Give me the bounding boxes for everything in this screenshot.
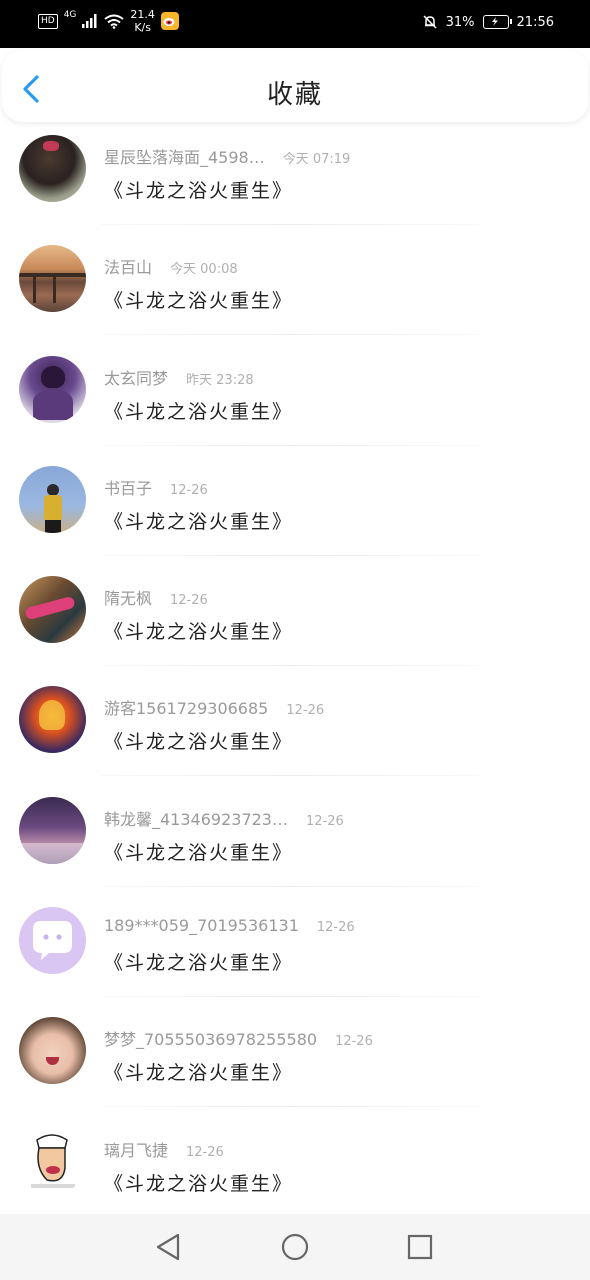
clock: 21:56 <box>516 14 554 30</box>
avatar[interactable] <box>19 245 86 313</box>
nav-back-button[interactable] <box>154 1232 184 1262</box>
circle-home-icon <box>281 1233 309 1261</box>
timestamp: 12-26 <box>170 482 208 498</box>
timestamp: 12-26 <box>305 813 344 829</box>
page-title: 收藏 <box>266 80 323 110</box>
favorite-content[interactable]: 《斗龙之浴火重生》 <box>104 397 293 424</box>
timestamp: 12-26 <box>335 1034 373 1050</box>
battery-icon <box>482 15 512 29</box>
favorite-content[interactable]: 《斗龙之浴火重生》 <box>104 507 293 534</box>
user-name: 书百子 <box>104 478 153 498</box>
timestamp: 12-26 <box>170 593 208 609</box>
triangle-back-icon <box>156 1233 180 1261</box>
divider <box>100 996 480 998</box>
favorite-item[interactable]: 书百子 12-26 《斗龙之浴火重生》 <box>0 453 590 563</box>
avatar[interactable] <box>19 907 86 975</box>
speed-unit: K/s <box>134 21 151 34</box>
divider <box>100 775 480 777</box>
signal-icon <box>82 14 97 28</box>
divider <box>100 444 480 446</box>
favorite-meta: 韩龙馨_41346923723… 12-26 <box>104 806 344 830</box>
nav-home-button[interactable] <box>280 1232 310 1262</box>
favorites-list: 星辰坠落海面_4598… 今天 07:19 《斗龙之浴火重生》 法百山 今天 00:… <box>0 122 590 1225</box>
avatar[interactable] <box>19 1017 86 1085</box>
favorite-item[interactable]: 游客1561729306685 12-26 《斗龙之浴火重生》 <box>0 673 590 783</box>
favorite-meta: 189***059_7019536131 12-26 <box>104 916 355 935</box>
timestamp: 12-26 <box>186 1144 224 1160</box>
favorite-meta: 书百子 12-26 <box>104 475 208 499</box>
timestamp: 12-26 <box>286 703 325 719</box>
wifi-icon <box>104 14 125 29</box>
avatar[interactable] <box>19 465 86 533</box>
network-speed: 21.4 K/s <box>130 8 155 34</box>
avatar[interactable] <box>19 686 86 754</box>
user-name: 璃月飞捷 <box>104 1140 169 1160</box>
favorite-content[interactable]: 《斗龙之浴火重生》 <box>104 838 293 865</box>
favorite-item[interactable]: 隋无枫 12-26 《斗龙之浴火重生》 <box>0 563 590 673</box>
divider <box>100 1106 480 1108</box>
avatar[interactable] <box>19 135 86 202</box>
favorite-meta: 法百山 今天 00:08 <box>104 254 238 278</box>
page-header: 收藏 <box>2 50 588 122</box>
divider <box>100 224 480 225</box>
favorite-content[interactable]: 《斗龙之浴火重生》 <box>104 727 293 754</box>
favorite-meta: 梦梦_70555036978255580 12-26 <box>104 1026 373 1050</box>
avatar[interactable] <box>19 576 86 644</box>
divider <box>100 885 480 887</box>
favorite-meta: 璃月飞捷 12-26 <box>104 1137 224 1161</box>
favorite-content[interactable]: 《斗龙之浴火重生》 <box>104 176 293 203</box>
timestamp: 今天 00:08 <box>170 262 238 278</box>
weibo-icon <box>160 12 179 30</box>
favorite-content[interactable]: 《斗龙之浴火重生》 <box>104 948 293 975</box>
user-name: 梦梦_70555036978255580 <box>104 1030 318 1050</box>
favorite-item[interactable]: 梦梦_70555036978255580 12-26 《斗龙之浴火重生》 <box>0 1004 590 1114</box>
chat-bubble-icon <box>33 921 72 961</box>
favorite-item[interactable]: 189***059_7019536131 12-26 《斗龙之浴火重生》 <box>0 894 590 1004</box>
avatar[interactable] <box>19 1127 86 1195</box>
timestamp: 昨天 23:28 <box>186 372 254 388</box>
hd-badge: HD <box>38 13 58 29</box>
avatar[interactable] <box>19 796 86 864</box>
status-bar: HD 4G 21.4 K/s 31% 21:56 <box>0 0 590 48</box>
speed-value: 21.4 <box>130 8 155 21</box>
divider <box>100 665 480 667</box>
user-name: 韩龙馨_41346923723… <box>104 809 288 829</box>
network-type: 4G <box>63 10 77 20</box>
favorite-meta: 隋无枫 12-26 <box>104 585 208 609</box>
nav-recent-button[interactable] <box>405 1232 435 1262</box>
user-name: 太玄同梦 <box>104 368 169 388</box>
avatar[interactable] <box>19 355 86 423</box>
bell-muted-icon <box>423 15 437 29</box>
status-right: 31% 21:56 <box>422 14 554 30</box>
divider <box>100 334 480 336</box>
divider <box>100 554 480 556</box>
battery-percent: 31% <box>445 14 475 30</box>
favorite-meta: 太玄同梦 昨天 23:28 <box>104 365 254 389</box>
system-nav-bar <box>0 1214 590 1280</box>
favorite-item[interactable]: 法百山 今天 00:08 《斗龙之浴火重生》 <box>0 232 590 342</box>
favorite-content[interactable]: 《斗龙之浴火重生》 <box>104 617 293 644</box>
cartoon-avatar-image <box>31 1133 75 1188</box>
timestamp: 12-26 <box>316 920 355 936</box>
user-name: 星辰坠落海面_4598… <box>104 148 265 167</box>
timestamp: 今天 07:19 <box>282 152 351 167</box>
favorite-item[interactable]: 太玄同梦 昨天 23:28 《斗龙之浴火重生》 <box>0 343 590 453</box>
favorite-meta: 游客1561729306685 12-26 <box>104 695 324 719</box>
favorite-content[interactable]: 《斗龙之浴火重生》 <box>104 1169 293 1196</box>
favorite-content[interactable]: 《斗龙之浴火重生》 <box>104 286 293 313</box>
favorite-item[interactable]: 璃月飞捷 12-26 《斗龙之浴火重生》 <box>0 1115 590 1225</box>
favorite-meta: 星辰坠落海面_4598… 今天 07:19 <box>104 144 350 168</box>
square-recent-icon <box>407 1234 433 1260</box>
favorite-item[interactable]: 韩龙馨_41346923723… 12-26 《斗龙之浴火重生》 <box>0 784 590 894</box>
status-left: HD 4G 21.4 K/s <box>38 8 179 34</box>
favorite-content[interactable]: 《斗龙之浴火重生》 <box>104 1058 293 1085</box>
user-name: 游客1561729306685 <box>104 699 269 719</box>
favorite-item[interactable]: 星辰坠落海面_4598… 今天 07:19 《斗龙之浴火重生》 <box>0 122 590 232</box>
user-name: 隋无枫 <box>104 589 153 609</box>
user-name: 189***059_7019536131 <box>104 916 299 936</box>
user-name: 法百山 <box>104 258 153 278</box>
